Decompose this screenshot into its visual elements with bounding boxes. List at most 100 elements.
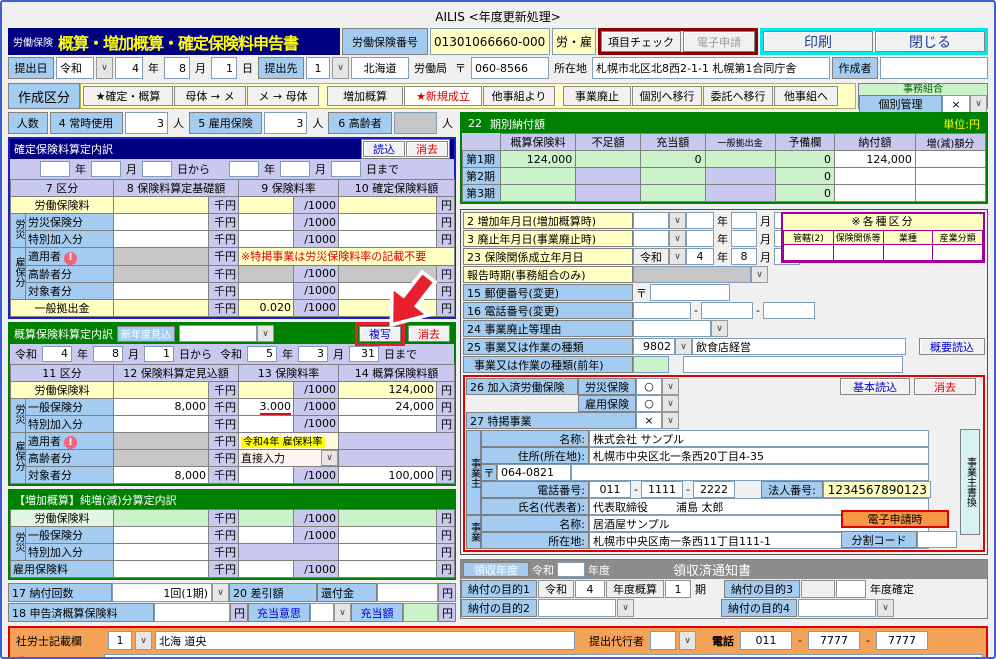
zogen-cell[interactable]: [914, 167, 987, 185]
base-field[interactable]: 8,000: [113, 466, 209, 484]
tel3-field[interactable]: [762, 302, 815, 319]
owner-postal-extra[interactable]: [571, 464, 929, 481]
amount-field[interactable]: [338, 414, 437, 433]
amount-field[interactable]: 124,000: [338, 380, 437, 399]
clear-button[interactable]: 消去: [406, 141, 448, 157]
submit-year-field[interactable]: 4: [115, 57, 143, 79]
f6-field[interactable]: [393, 112, 438, 134]
rate-field[interactable]: [238, 380, 294, 399]
rate-field[interactable]: [238, 414, 294, 433]
itaku-ikou-button[interactable]: 委託へ移行: [703, 86, 773, 106]
base-field[interactable]: [113, 230, 209, 248]
tajikumi-he-button[interactable]: 他事組へ: [774, 86, 838, 106]
chevron-down-icon[interactable]: ∨: [332, 57, 349, 79]
rate-field[interactable]: [238, 230, 294, 248]
haishi-riyu-select[interactable]: [633, 320, 711, 337]
chevron-down-icon[interactable]: ∨: [877, 599, 894, 617]
rate-field[interactable]: [238, 560, 294, 578]
tel1-field[interactable]: 011: [740, 631, 792, 650]
comment-input[interactable]: [104, 653, 983, 657]
same-as-prev-select[interactable]: 前年と同額: [179, 325, 257, 342]
kubun-field[interactable]: [832, 244, 884, 261]
direct-input-select[interactable]: 直接入力 ∨: [238, 449, 339, 467]
owner-tel3[interactable]: 2222: [692, 481, 735, 498]
base-field[interactable]: [113, 526, 209, 544]
year-field[interactable]: [686, 230, 714, 247]
houjin-field[interactable]: 1234567890123: [822, 481, 931, 498]
receipt-year-field[interactable]: 4: [557, 562, 585, 577]
item-check-button[interactable]: 項目チェック: [601, 31, 681, 52]
juto-ishi-field[interactable]: [310, 603, 334, 622]
work-type-field[interactable]: 飲食店経営: [692, 338, 906, 355]
kihon-read-button[interactable]: 基本読込: [840, 378, 910, 395]
chevron-down-icon[interactable]: ∨: [970, 95, 987, 113]
nofu-cell[interactable]: [833, 167, 916, 185]
daikou-select[interactable]: [650, 631, 676, 650]
era-select[interactable]: 令和: [633, 248, 669, 265]
amount-field[interactable]: [338, 543, 437, 561]
from-year-field[interactable]: 4: [42, 345, 72, 362]
rate-field[interactable]: [238, 213, 294, 231]
f4-field[interactable]: 3: [124, 112, 168, 134]
purpose3-field2[interactable]: [836, 580, 866, 598]
amount-field[interactable]: [338, 196, 437, 214]
rate-field[interactable]: [238, 281, 294, 300]
bureau-postal-field[interactable]: 060-8566: [471, 57, 549, 79]
chevron-down-icon[interactable]: ∨: [669, 230, 686, 247]
to-day-field[interactable]: 31: [349, 345, 379, 362]
purpose1-ki[interactable]: 1: [665, 580, 691, 598]
to-year-field[interactable]: 5: [247, 345, 277, 362]
purpose4-select[interactable]: [798, 599, 876, 617]
chevron-down-icon[interactable]: ∨: [334, 603, 351, 622]
gaiyou-read-button[interactable]: 概要読込: [919, 338, 985, 355]
chevron-down-icon[interactable]: ∨: [662, 395, 679, 412]
to-month-field[interactable]: [280, 161, 310, 177]
owner-tel1[interactable]: 011: [589, 481, 631, 498]
from-day-field[interactable]: [142, 161, 172, 177]
base-field[interactable]: [113, 213, 209, 231]
bureau-address-field[interactable]: 札幌市北区北8西2-1-1 札幌第1合同庁舎: [592, 57, 830, 79]
month-field[interactable]: 8: [731, 248, 757, 265]
kakutei-gaisan-button[interactable]: ★確定・概算: [83, 86, 173, 106]
month-field[interactable]: [731, 230, 757, 247]
tajikumi-yori-button[interactable]: 他事組より: [483, 86, 555, 106]
submit-month-field[interactable]: 8: [164, 57, 190, 79]
base-field[interactable]: [113, 543, 209, 561]
month-field[interactable]: [731, 212, 757, 229]
purpose1-year[interactable]: 4: [575, 580, 605, 598]
kobetsu-ikou-button[interactable]: 個別へ移行: [632, 86, 702, 106]
base-field[interactable]: [113, 298, 209, 317]
jigyou-haishi-button[interactable]: 事業廃止: [563, 86, 631, 106]
kubun-field[interactable]: [783, 244, 834, 261]
to-year-field[interactable]: [229, 161, 259, 177]
submit-day-field[interactable]: 1: [211, 57, 237, 79]
era-select[interactable]: [633, 230, 669, 247]
from-month-field[interactable]: [91, 161, 121, 177]
owner-addr-field[interactable]: 札幌市中央区北一条西20丁目4-35: [589, 447, 929, 464]
tel3-field[interactable]: 7777: [875, 631, 928, 650]
chevron-down-icon[interactable]: ∨: [96, 57, 113, 79]
chevron-down-icon[interactable]: ∨: [135, 631, 152, 650]
year-field[interactable]: 4: [686, 248, 714, 265]
rate-field[interactable]: [238, 196, 294, 214]
me-to-botai-button[interactable]: メ → 母体: [247, 86, 319, 106]
read-button[interactable]: 読込: [363, 141, 405, 157]
f17-select[interactable]: 1回(1期): [112, 583, 212, 602]
base-field[interactable]: [113, 196, 209, 214]
print-button[interactable]: 印刷: [763, 31, 873, 52]
kubun-field[interactable]: [932, 244, 983, 261]
e-apply-time-button[interactable]: 電子申請時: [841, 510, 949, 528]
chevron-down-icon[interactable]: ∨: [662, 412, 679, 429]
chevron-down-icon[interactable]: ∨: [212, 583, 229, 602]
clear-button[interactable]: 消去: [914, 378, 976, 395]
f5-field[interactable]: 3: [263, 112, 308, 134]
to-month-field[interactable]: 3: [298, 345, 328, 362]
author-field[interactable]: [880, 57, 988, 79]
postal-change-field[interactable]: [650, 284, 730, 301]
to-day-field[interactable]: [331, 161, 361, 177]
amount-field[interactable]: [338, 230, 437, 248]
era-select[interactable]: [633, 212, 669, 229]
rate-field[interactable]: 0.020: [238, 298, 294, 317]
from-year-field[interactable]: [40, 161, 70, 177]
chevron-down-icon[interactable]: ∨: [669, 248, 686, 265]
